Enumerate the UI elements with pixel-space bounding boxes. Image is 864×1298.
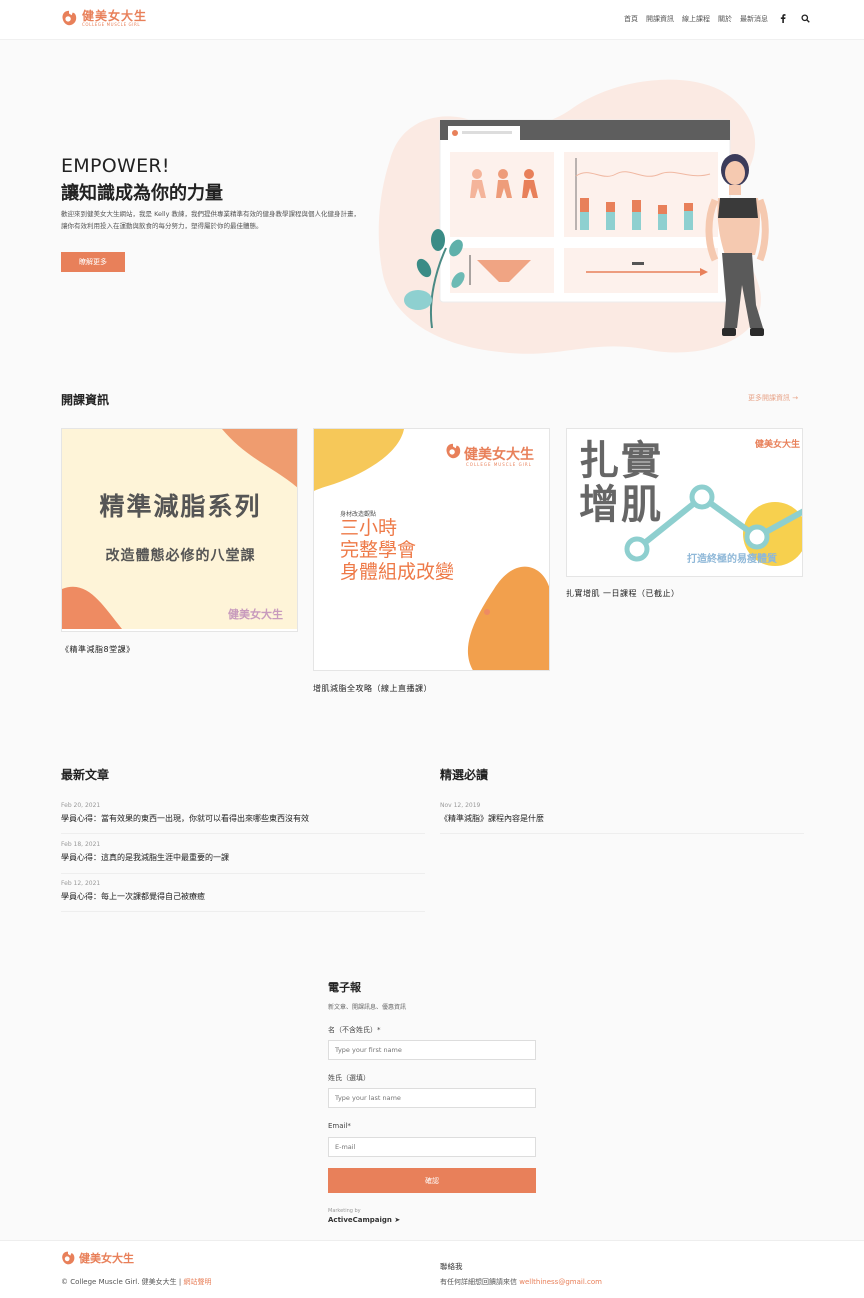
divider — [61, 873, 425, 874]
footer-copyright: © College Muscle Girl. 健美女大生 | 網站聲明 — [61, 1277, 211, 1287]
course-card-body-composition-brand: 健美女大生 — [464, 447, 534, 463]
nav-item-about[interactable]: 關於 — [718, 14, 732, 24]
newsletter-subtitle: 新文章、開課訊息、優惠資訊 — [328, 1004, 407, 1011]
course-card-body-composition-tagline: COLLEGE MUSCLE GIRL — [466, 462, 532, 467]
nav-item-home[interactable]: 首頁 — [624, 14, 638, 24]
site-policy-link[interactable]: 網站聲明 — [183, 1278, 211, 1286]
site-header: 健美女大生 COLLEGE MUSCLE GIRL 首頁 開課資訊 線上課程 關… — [0, 0, 864, 40]
marketing-by-label: Marketing by — [328, 1208, 361, 1214]
course-card-muscle-building-line: 扎實 — [579, 438, 663, 484]
course-card-muscle-building-line: 增肌 — [579, 482, 663, 528]
course-card-fat-loss-brand: 健美女大生 — [228, 608, 283, 621]
footer-logo-icon — [62, 1251, 75, 1265]
article-link[interactable]: 《精準減脂》課程內容是什麼 — [440, 813, 544, 824]
main-nav: 首頁 開課資訊 線上課程 關於 最新消息 — [624, 14, 768, 24]
brand-tagline: COLLEGE MUSCLE GIRL — [82, 21, 141, 27]
course-card-muscle-building[interactable]: 扎實 增肌 健美女大生 打造終極的易瘦體質 — [566, 428, 803, 577]
email-label: Email* — [328, 1122, 351, 1130]
search-icon[interactable] — [800, 13, 810, 23]
hero-illustration — [378, 79, 769, 354]
hero-description: 歡迎來到健美女大生網站，我是 Kelly 教練，我們提供專業精準有效的健身教學課… — [61, 210, 361, 230]
more-courses-link[interactable]: 更多開課資訊 → — [748, 393, 798, 403]
course-card-fat-loss-image — [62, 429, 297, 629]
newsletter-title: 電子報 — [328, 981, 361, 994]
course-card-muscle-building-headline: 扎實 增肌 — [579, 439, 663, 527]
article-date: Nov 12, 2019 — [440, 802, 481, 809]
course-card-body-composition-logo-icon — [446, 443, 461, 459]
contact-email-link[interactable]: wellthiness@gmail.com — [519, 1278, 602, 1286]
nav-item-online-courses[interactable]: 線上課程 — [682, 14, 710, 24]
article-link[interactable]: 學員心得：這真的是我減脂生涯中最重要的一課 — [61, 852, 229, 863]
footer-contact-title: 聯絡我 — [440, 1262, 463, 1271]
article-link[interactable]: 學員心得：當有效果的東西一出現，你就可以看得出來哪些東西沒有效 — [61, 813, 309, 824]
last-name-input[interactable] — [328, 1088, 536, 1108]
first-name-label: 名（不含姓氏）* — [328, 1026, 381, 1034]
first-name-input[interactable] — [328, 1040, 536, 1060]
brand-logo[interactable]: 健美女大生 COLLEGE MUSCLE GIRL — [60, 9, 147, 27]
footer-contact: 有任何詳細想回饋請來信 wellthiness@gmail.com — [440, 1277, 602, 1287]
hero-subtitle: 讓知識成為你的力量 — [61, 183, 223, 204]
course-card-fat-loss-subline: 改造體態必修的八堂課 — [105, 548, 256, 564]
footer-contact-text: 有任何詳細想回饋請來信 — [440, 1278, 517, 1286]
course-card-body-composition[interactable]: 健美女大生 COLLEGE MUSCLE GIRL 身材改造觀點 三小時 完整學… — [313, 428, 550, 671]
hero-title: EMPOWER! — [61, 155, 170, 177]
course-caption-fat-loss[interactable]: 《精準減脂8堂課》 — [61, 644, 135, 655]
facebook-icon[interactable] — [778, 13, 788, 23]
activecampaign-link[interactable]: ActiveCampaign ➤ — [328, 1216, 400, 1224]
footer-copyright-text: © College Muscle Girl. 健美女大生 | — [61, 1278, 182, 1286]
nav-item-courses[interactable]: 開課資訊 — [646, 14, 674, 24]
footer-logo[interactable]: 健美女大生 — [60, 1250, 134, 1266]
article-date: Feb 20, 2021 — [61, 802, 101, 809]
course-card-body-composition-headline: 三小時 完整學會 身體組成改變 — [340, 517, 454, 583]
course-caption-muscle-building[interactable]: 扎實增肌 一日課程（已截止） — [566, 588, 680, 599]
courses-section-title: 開課資訊 — [61, 393, 110, 407]
latest-articles-title: 最新文章 — [61, 768, 110, 782]
article-date: Feb 12, 2021 — [61, 880, 101, 887]
last-name-label: 姓氏（選填） — [328, 1074, 370, 1082]
course-card-fat-loss[interactable]: 精準減脂系列 改造體態必修的八堂課 健美女大生 — [61, 428, 298, 632]
divider — [61, 833, 425, 834]
divider — [61, 911, 425, 912]
course-caption-body-composition[interactable]: 增肌減脂全攻略（線上直播課） — [313, 683, 432, 694]
course-card-muscle-building-brand: 健美女大生 — [755, 440, 801, 450]
course-card-muscle-building-subline: 打造終極的易瘦體質 — [687, 554, 777, 565]
course-card-body-composition-line: 三小時 — [340, 517, 398, 539]
course-card-body-composition-line: 身體組成改變 — [340, 561, 455, 583]
site-footer — [0, 1240, 864, 1298]
brand-name: 健美女大生 — [82, 8, 148, 23]
nav-item-news[interactable]: 最新消息 — [740, 14, 768, 24]
email-input[interactable] — [328, 1137, 536, 1157]
learn-more-button[interactable]: 瞭解更多 — [61, 252, 125, 272]
divider — [440, 833, 804, 834]
logo-mark-icon — [62, 10, 77, 26]
featured-title: 精選必讀 — [440, 768, 489, 782]
article-date: Feb 18, 2021 — [61, 841, 101, 848]
course-card-fat-loss-headline: 精準減脂系列 — [99, 492, 262, 521]
article-link[interactable]: 學員心得：每上一次課都覺得自己被療癒 — [61, 891, 205, 902]
submit-button[interactable]: 確認 — [328, 1168, 536, 1193]
footer-brand-name: 健美女大生 — [79, 1252, 134, 1265]
course-card-body-composition-line: 完整學會 — [340, 539, 417, 561]
